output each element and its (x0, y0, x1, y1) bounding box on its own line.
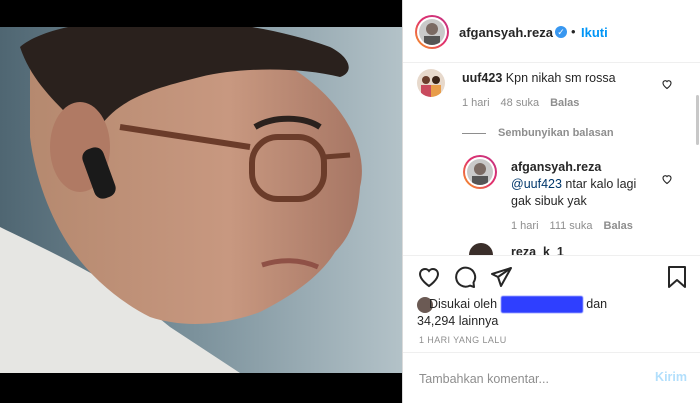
post-side-panel: afgansyah.reza ✓ • Ikuti uuf423 Kpn nika… (402, 0, 700, 403)
likes-summary: Disukai oleh blurred_user dan 34,294 lai… (417, 296, 677, 330)
avatar-image (419, 19, 445, 45)
reply-reply-button[interactable]: Balas (604, 220, 633, 232)
replies-divider (462, 133, 486, 134)
reply-button[interactable]: Balas (550, 97, 579, 109)
next-commenter-avatar[interactable] (469, 243, 493, 255)
post-date[interactable]: 1 HARI YANG LALU (419, 335, 507, 345)
comment-likes[interactable]: 48 suka (501, 97, 540, 109)
liked-by-username-blurred[interactable]: blurred_user (500, 296, 583, 313)
comment-meta: 1 hari 48 suka Balas (462, 97, 590, 109)
likes-count[interactable]: 34,294 lainnya (417, 314, 498, 328)
likes-prefix: Disukai oleh (429, 297, 498, 311)
reply-text: afgansyah.reza @uuf423 ntar kalo lagi ga… (511, 159, 651, 210)
post-photo[interactable] (0, 27, 402, 373)
hide-replies-button[interactable]: Sembunyikan balasan (498, 127, 614, 139)
share-send-icon[interactable] (489, 265, 513, 289)
post-media-panel (0, 0, 402, 403)
like-heart-icon[interactable] (417, 266, 441, 288)
photo-illustration (0, 27, 402, 373)
reply-likes[interactable]: 111 suka (550, 220, 593, 232)
comments-scrollbar[interactable] (696, 63, 700, 255)
comment-username[interactable]: uuf423 (462, 71, 502, 85)
save-bookmark-icon[interactable] (667, 265, 687, 289)
comment-bubble-icon[interactable] (453, 265, 477, 289)
post-header: afgansyah.reza ✓ • Ikuti (403, 0, 700, 63)
like-comment-heart-icon[interactable] (661, 78, 673, 90)
post-comment-button[interactable]: Kirim (655, 370, 687, 384)
commenter-avatar[interactable] (417, 69, 445, 97)
comment-body: Kpn nikah sm rossa (505, 71, 616, 85)
verified-badge-icon: ✓ (555, 26, 567, 38)
reply-author-avatar[interactable] (463, 155, 497, 189)
reply-mention[interactable]: @uuf423 (511, 177, 562, 191)
follow-button[interactable]: Ikuti (581, 25, 608, 40)
avatar-image (467, 159, 493, 185)
comments-list: uuf423 Kpn nikah sm rossa 1 hari 48 suka B… (403, 63, 700, 255)
reply-meta: 1 hari 111 suka Balas (511, 220, 644, 232)
next-comment-username[interactable]: reza_k_1 (511, 244, 564, 255)
separator-dot: • (571, 24, 576, 39)
like-reply-heart-icon[interactable] (661, 173, 673, 185)
reply-username[interactable]: afgansyah.reza (511, 160, 601, 174)
add-comment-bar: Kirim (403, 352, 700, 403)
author-username[interactable]: afgansyah.reza (459, 25, 553, 40)
add-comment-input[interactable] (417, 368, 641, 390)
author-avatar[interactable] (415, 15, 449, 49)
comment-time[interactable]: 1 hari (462, 97, 490, 109)
comments-scrollbar-thumb[interactable] (696, 95, 699, 145)
reply-time[interactable]: 1 hari (511, 220, 539, 232)
likes-conj: dan (586, 297, 608, 311)
comment-text: uuf423 Kpn nikah sm rossa (462, 70, 662, 87)
